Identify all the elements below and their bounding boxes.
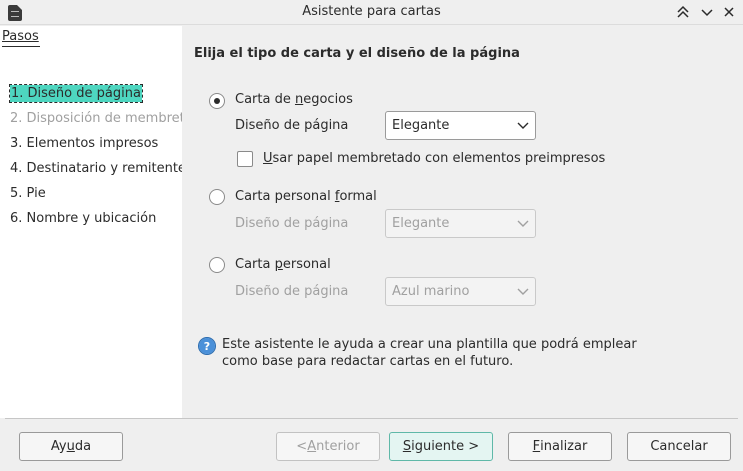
personal-design-value: Azul marino (392, 284, 470, 299)
step-letterhead-layout: 2. Disposición de membrete (10, 111, 193, 126)
next-button[interactable]: Siguiente > (389, 432, 493, 461)
divider (5, 418, 738, 419)
formal-personal-letter-radio[interactable] (209, 189, 225, 205)
personal-letter-label[interactable]: Carta personal (235, 257, 331, 272)
letterhead-checkbox[interactable] (237, 151, 253, 167)
business-letter-radio[interactable] (209, 93, 225, 109)
personal-letter-radio[interactable] (209, 257, 225, 273)
step-printed-items[interactable]: 3. Elementos impresos (10, 136, 158, 151)
window-title: Asistente para cartas (302, 4, 441, 19)
formal-design-label: Diseño de página (235, 216, 349, 231)
business-design-value: Elegante (392, 118, 450, 133)
step-label: 1. Diseño de página (9, 84, 143, 103)
personal-design-select: Azul marino (385, 277, 536, 306)
letterhead-checkbox-label[interactable]: Usar papel membretado con elementos prei… (263, 151, 605, 166)
step-recipient-sender[interactable]: 4. Destinatario y remitente (10, 161, 186, 176)
close-x-icon[interactable] (719, 3, 739, 21)
back-button[interactable]: < Anterior (276, 432, 380, 461)
help-question-icon: ? (198, 337, 216, 355)
collapse-up-icon[interactable] (673, 3, 693, 21)
minimize-chevron-icon[interactable] (697, 3, 717, 21)
step-page-design[interactable]: 1. Diseño de página (9, 84, 143, 103)
main-content: Elija el tipo de carta y el diseño de la… (182, 26, 743, 418)
step-footer[interactable]: 5. Pie (10, 186, 46, 201)
finish-button[interactable]: Finalizar (508, 432, 612, 461)
business-design-label: Diseño de página (235, 118, 349, 133)
info-text: Este asistente le ayuda a crear una plan… (222, 337, 637, 369)
title-bar: Asistente para cartas (0, 0, 743, 25)
business-design-select[interactable]: Elegante (385, 111, 536, 140)
formal-personal-letter-label[interactable]: Carta personal formal (235, 189, 377, 204)
step-name-location[interactable]: 6. Nombre y ubicación (10, 211, 156, 226)
chevron-down-icon (517, 220, 529, 227)
formal-design-value: Elegante (392, 216, 450, 231)
steps-header: Pasos (2, 29, 40, 47)
page-heading: Elija el tipo de carta y el diseño de la… (194, 46, 520, 61)
cancel-button[interactable]: Cancelar (627, 432, 731, 461)
business-letter-label[interactable]: Carta de negocios (235, 92, 353, 107)
personal-design-label: Diseño de página (235, 284, 349, 299)
formal-design-select: Elegante (385, 209, 536, 238)
chevron-down-icon (517, 288, 529, 295)
chevron-down-icon (517, 122, 529, 129)
steps-pane: Pasos 1. Diseño de página 2. Disposición… (0, 26, 193, 418)
help-button[interactable]: Ay u da (19, 432, 123, 461)
